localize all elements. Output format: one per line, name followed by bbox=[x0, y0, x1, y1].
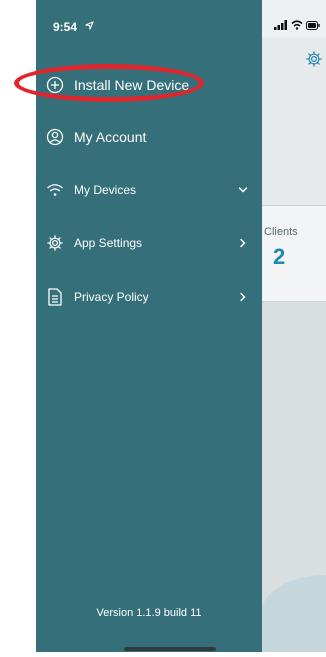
chevron-right-icon[interactable] bbox=[238, 292, 248, 302]
menu-item-label: My Account bbox=[74, 129, 147, 145]
menu-item-label: My Devices bbox=[74, 183, 137, 197]
status-time: 9:54 bbox=[53, 20, 78, 34]
clients-label: Clients bbox=[264, 226, 298, 238]
version-label: Version 1.1.9 build 11 bbox=[96, 607, 202, 619]
phone-frame-bottom bbox=[0, 652, 326, 657]
menu-item-privacy-policy[interactable]: Privacy Policy bbox=[36, 279, 262, 315]
menu-item-my-devices[interactable]: My Devices bbox=[36, 172, 262, 208]
menu-item-label: App Settings bbox=[74, 236, 143, 250]
battery-icon bbox=[306, 20, 320, 30]
clients-count: 2 bbox=[273, 244, 286, 269]
chevron-right-icon[interactable] bbox=[238, 238, 248, 248]
phone-frame bbox=[0, 0, 36, 657]
menu-item-app-settings[interactable]: App Settings bbox=[36, 225, 262, 261]
wifi-icon bbox=[46, 181, 64, 199]
chevron-down-icon[interactable] bbox=[238, 185, 248, 195]
document-icon bbox=[46, 288, 64, 306]
settings-gear-icon[interactable] bbox=[305, 50, 323, 68]
highlight-ellipse bbox=[14, 64, 204, 102]
menu-item-my-account[interactable]: My Account bbox=[36, 119, 262, 155]
location-arrow-icon bbox=[85, 21, 94, 30]
status-icons bbox=[274, 18, 320, 32]
main-screen-behind-drawer[interactable]: Clients 2 bbox=[262, 0, 326, 657]
menu-item-label: Privacy Policy bbox=[74, 290, 149, 304]
phone-screen: Clients 2 9:54 Install New Device My Acc… bbox=[0, 0, 326, 657]
signal-icon bbox=[274, 20, 287, 30]
background-wave bbox=[262, 575, 326, 657]
clients-card[interactable] bbox=[262, 205, 326, 302]
home-indicator[interactable] bbox=[124, 647, 216, 651]
gear-icon bbox=[46, 234, 64, 252]
user-circle-icon bbox=[46, 128, 64, 146]
wifi-status-icon bbox=[291, 20, 303, 30]
